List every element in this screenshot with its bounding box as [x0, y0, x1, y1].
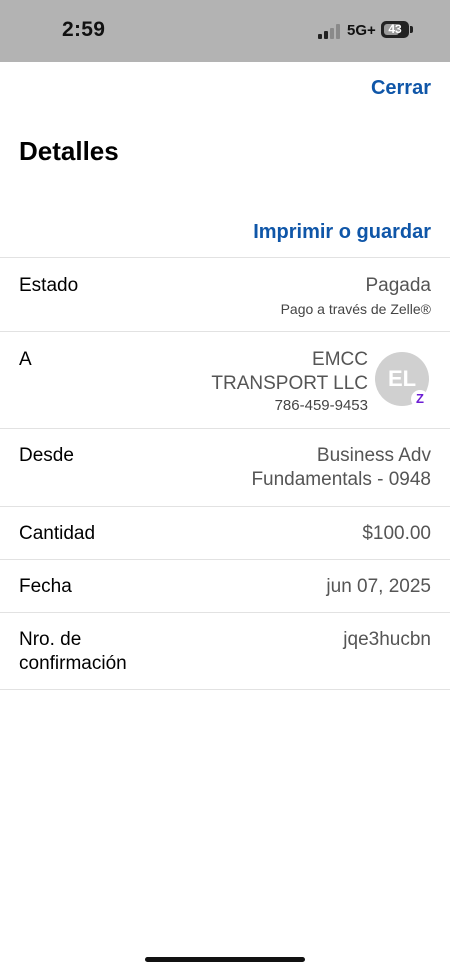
avatar-initials: EL — [387, 366, 417, 391]
status-value: Pagada — [365, 275, 431, 296]
battery-level-text: 43 — [388, 22, 402, 36]
detail-row-amount: Cantidad $100.00 — [0, 506, 450, 559]
home-indicator[interactable] — [145, 957, 305, 962]
print-or-save-button[interactable]: Imprimir o guardar — [253, 221, 431, 244]
zelle-badge-icon: Z — [411, 390, 429, 408]
amount-value: $100.00 — [362, 523, 431, 544]
recipient-name-line1: EMCC — [312, 349, 368, 370]
amount-label: Cantidad — [19, 523, 96, 544]
date-value: jun 07, 2025 — [326, 576, 431, 597]
confirmation-number: jqe3hucbn — [343, 629, 431, 650]
recipient-label: A — [19, 349, 32, 370]
from-account-line1: Business Adv — [316, 445, 431, 466]
zelle-letter: Z — [416, 391, 424, 406]
status-time: 2:59 — [62, 18, 106, 41]
detail-row-confirmation: Nro. de confirmación jqe3hucbn — [0, 612, 450, 689]
close-button[interactable]: Cerrar — [371, 77, 431, 100]
detail-row-date: Fecha jun 07, 2025 — [0, 559, 450, 612]
status-label: Estado — [19, 275, 79, 296]
battery-cap — [410, 26, 413, 33]
confirmation-label-line2: confirmación — [19, 653, 127, 674]
recipient-name-line2: TRANSPORT LLC — [211, 373, 368, 394]
detail-row-from: Desde Business Adv Fundamentals - 0948 — [0, 428, 450, 506]
confirmation-label-line1: Nro. de — [19, 629, 82, 650]
divider — [0, 689, 450, 690]
detail-row-recipient: A EMCC TRANSPORT LLC 786-459-9453 EL Z — [0, 331, 450, 428]
status-payment-method: Pago a través de Zelle® — [280, 301, 431, 317]
from-label: Desde — [19, 445, 74, 466]
date-label: Fecha — [19, 576, 72, 597]
recipient-phone: 786-459-9453 — [274, 397, 368, 414]
cellular-signal-icon — [318, 23, 342, 39]
detail-row-status: Estado Pagada Pago a través de Zelle® — [0, 257, 450, 332]
battery-icon: 43 — [381, 21, 409, 38]
page-title: Detalles — [19, 136, 119, 166]
from-account-line2: Fundamentals - 0948 — [251, 469, 431, 490]
status-bar: 2:59 5G+ 43 — [0, 0, 450, 62]
network-type: 5G+ — [347, 22, 376, 39]
